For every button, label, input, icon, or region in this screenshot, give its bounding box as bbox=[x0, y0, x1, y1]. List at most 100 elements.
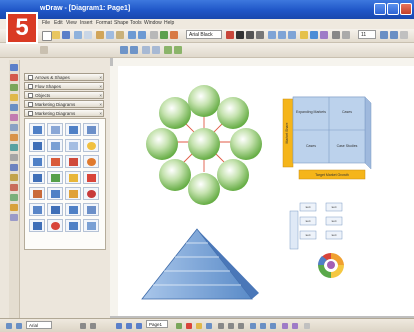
view-mode-icon[interactable] bbox=[6, 323, 12, 329]
paste-icon[interactable] bbox=[116, 31, 124, 39]
menu-view[interactable]: View bbox=[66, 20, 77, 26]
zoom-field[interactable]: Arial bbox=[26, 321, 52, 329]
shape-thumbnail[interactable] bbox=[29, 187, 45, 200]
line-color-icon[interactable] bbox=[310, 31, 318, 39]
zoom-in-icon[interactable] bbox=[380, 31, 388, 39]
align-center-icon[interactable] bbox=[278, 31, 286, 39]
shape-thumbnail[interactable] bbox=[83, 155, 99, 168]
eyedropper-tool-icon[interactable] bbox=[10, 184, 18, 191]
shape-thumbnail[interactable] bbox=[29, 203, 45, 216]
library-checkbox[interactable] bbox=[28, 75, 33, 80]
draw-tool-icon[interactable] bbox=[10, 74, 18, 81]
shape-thumbnail[interactable] bbox=[65, 219, 81, 232]
hand-tool-icon[interactable] bbox=[10, 174, 18, 181]
library-item-marketing-diagrams-2[interactable]: Marketing Diagrams × bbox=[24, 109, 104, 117]
close-icon[interactable]: × bbox=[99, 74, 102, 80]
text-box-tool-icon[interactable] bbox=[10, 94, 18, 101]
prev-page-icon[interactable] bbox=[80, 323, 86, 329]
fill-tool-icon[interactable] bbox=[176, 323, 182, 329]
new-icon[interactable] bbox=[42, 31, 52, 41]
minimize-button[interactable] bbox=[374, 3, 386, 15]
shape-thumbnail[interactable] bbox=[47, 203, 63, 216]
menu-window[interactable]: Window bbox=[144, 20, 162, 26]
library-checkbox[interactable] bbox=[28, 93, 33, 98]
shape-thumbnail[interactable] bbox=[47, 219, 63, 232]
group-icon[interactable] bbox=[120, 46, 128, 54]
more-status-icon[interactable] bbox=[304, 323, 310, 329]
library-item-marketing-diagrams[interactable]: Marketing Diagrams × bbox=[24, 100, 104, 108]
more-tools-icon[interactable] bbox=[400, 31, 408, 39]
shape-thumbnail[interactable] bbox=[83, 123, 99, 136]
first-page-icon[interactable] bbox=[116, 323, 122, 329]
rotate-icon[interactable] bbox=[164, 46, 172, 54]
preview-icon[interactable] bbox=[84, 31, 92, 39]
green-circle[interactable] bbox=[188, 173, 220, 205]
shape-thumbnail[interactable] bbox=[47, 171, 63, 184]
print-icon[interactable] bbox=[74, 31, 82, 39]
shape-thumbnail[interactable] bbox=[47, 155, 63, 168]
shape-thumbnail[interactable] bbox=[83, 139, 99, 152]
redo-icon[interactable] bbox=[138, 31, 146, 39]
shape-thumbnail[interactable] bbox=[83, 219, 99, 232]
bold-icon[interactable] bbox=[236, 31, 244, 39]
maximize-button[interactable] bbox=[387, 3, 399, 15]
underline-status-icon[interactable] bbox=[238, 323, 244, 329]
menu-edit[interactable]: Edit bbox=[54, 20, 63, 26]
shape-thumbnail[interactable] bbox=[29, 123, 45, 136]
line-weight-icon[interactable] bbox=[332, 31, 340, 39]
center-circle[interactable] bbox=[188, 128, 220, 160]
fill-color-icon[interactable] bbox=[300, 31, 308, 39]
close-icon[interactable]: × bbox=[99, 92, 102, 98]
close-button[interactable] bbox=[400, 3, 412, 15]
shape-thumbnail[interactable] bbox=[65, 139, 81, 152]
radial-diagram[interactable] bbox=[146, 85, 262, 205]
italic-status-icon[interactable] bbox=[228, 323, 234, 329]
effects-icon[interactable] bbox=[282, 323, 288, 329]
connector-icon[interactable] bbox=[160, 31, 168, 39]
shadow-status-icon[interactable] bbox=[292, 323, 298, 329]
align-right-icon[interactable] bbox=[288, 31, 296, 39]
align-status-icon[interactable] bbox=[250, 323, 256, 329]
shape-thumbnail[interactable] bbox=[83, 203, 99, 216]
zoom-tool-icon[interactable] bbox=[10, 214, 18, 221]
flip-icon[interactable] bbox=[174, 46, 182, 54]
menu-insert[interactable]: Insert bbox=[80, 20, 93, 26]
open-icon[interactable] bbox=[52, 31, 60, 39]
send-back-icon[interactable] bbox=[152, 46, 160, 54]
green-circle[interactable] bbox=[159, 159, 191, 191]
arrow-style-icon[interactable] bbox=[206, 323, 212, 329]
library-checkbox[interactable] bbox=[28, 84, 33, 89]
library-item-flow-shapes[interactable]: Flow Shapes × bbox=[24, 82, 104, 90]
menu-file[interactable]: File bbox=[42, 20, 50, 26]
menu-help[interactable]: Help bbox=[164, 20, 174, 26]
shape-thumbnail[interactable] bbox=[65, 155, 81, 168]
library-item-arrows-shapes[interactable]: Arrows & Shapes × bbox=[24, 73, 104, 81]
cycle-diagram[interactable] bbox=[318, 252, 344, 278]
zoom-out-icon[interactable] bbox=[390, 31, 398, 39]
library-checkbox[interactable] bbox=[28, 111, 33, 116]
ungroup-icon[interactable] bbox=[130, 46, 138, 54]
shape-thumbnail[interactable] bbox=[65, 123, 81, 136]
close-icon[interactable]: × bbox=[99, 83, 102, 89]
menu-tools[interactable]: Tools bbox=[130, 20, 142, 26]
font-tool-icon[interactable] bbox=[196, 323, 202, 329]
green-circle[interactable] bbox=[217, 159, 249, 191]
text-tool-icon[interactable] bbox=[170, 31, 178, 39]
menu-shape[interactable]: Shape bbox=[114, 20, 128, 26]
close-icon[interactable]: × bbox=[99, 110, 102, 116]
spacing-icon[interactable] bbox=[270, 323, 276, 329]
close-icon[interactable]: × bbox=[99, 101, 102, 107]
grid-table[interactable]: text text text text text text bbox=[289, 202, 343, 250]
font-color-icon[interactable] bbox=[226, 31, 234, 39]
green-circle[interactable] bbox=[217, 97, 249, 129]
layer-icon[interactable] bbox=[16, 323, 22, 329]
shape-thumbnail[interactable] bbox=[47, 123, 63, 136]
crop-tool-icon[interactable] bbox=[10, 164, 18, 171]
shape-thumbnail[interactable] bbox=[47, 139, 63, 152]
green-circle[interactable] bbox=[188, 85, 220, 117]
line-color-tool-icon[interactable] bbox=[186, 323, 192, 329]
bring-front-icon[interactable] bbox=[142, 46, 150, 54]
next-page-icon[interactable] bbox=[90, 323, 96, 329]
line-style-icon[interactable] bbox=[342, 31, 350, 39]
curve-tool-icon[interactable] bbox=[10, 114, 18, 121]
